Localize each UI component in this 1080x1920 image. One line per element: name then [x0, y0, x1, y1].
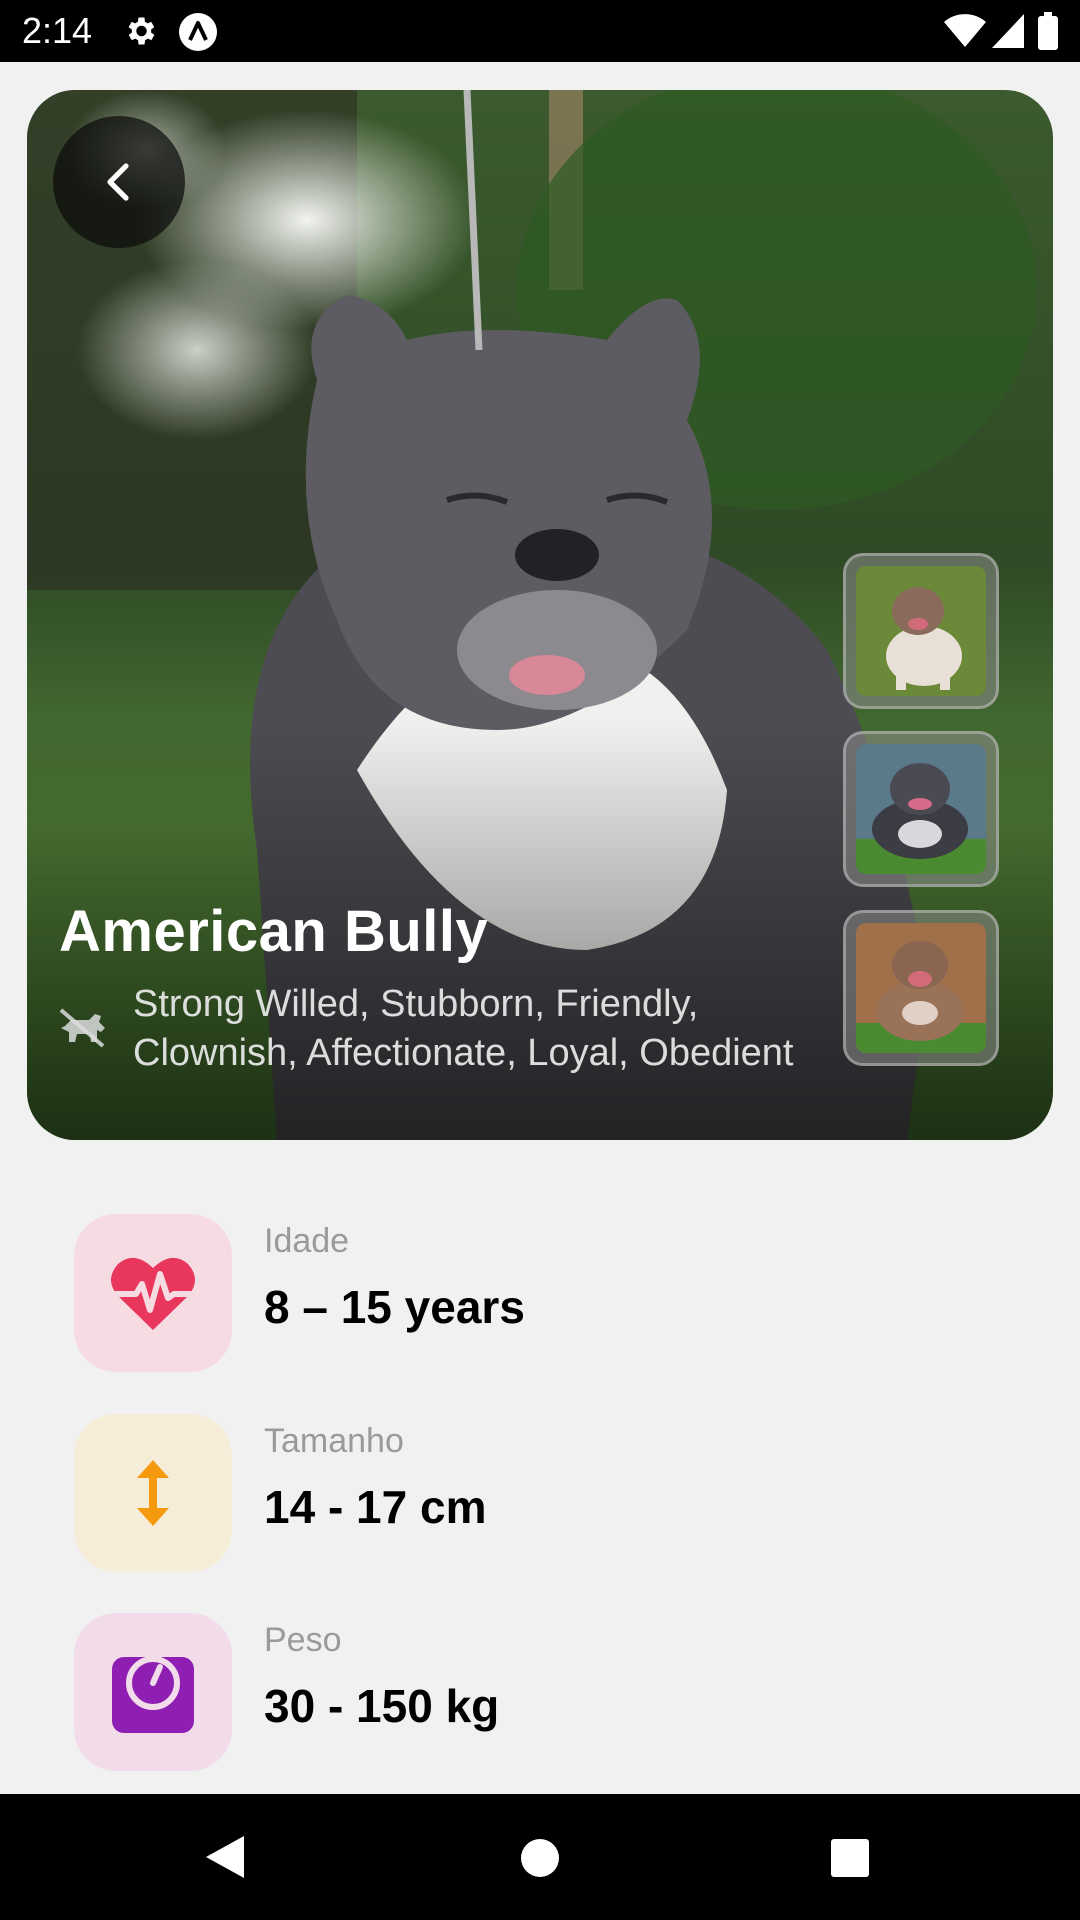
stat-value: 8 – 15 years: [264, 1281, 525, 1333]
status-bar: 2:14: [0, 0, 1080, 62]
recents-square-icon[interactable]: [830, 1838, 870, 1878]
stat-label: Tamanho: [264, 1422, 404, 1460]
breed-hero-card: American Bully Strong Willed, Stubborn, …: [27, 90, 1053, 1140]
heartbeat-icon: [111, 1257, 195, 1330]
thumbnail-image: [856, 744, 986, 874]
chevron-left-icon: [107, 163, 129, 201]
thumbnail-2[interactable]: [843, 731, 999, 887]
thumbnail-3[interactable]: [843, 910, 999, 1066]
signal-icon: [992, 14, 1024, 48]
dog-icon: [59, 1008, 105, 1048]
status-time: 2:14: [22, 10, 93, 51]
breed-temperament: Strong Willed, Stubborn, Friendly, Clown…: [133, 983, 794, 1074]
thumbnail-1[interactable]: [843, 553, 999, 709]
wifi-icon: [944, 14, 986, 47]
breed-name: American Bully: [59, 899, 489, 964]
thumbnail-image: [856, 566, 986, 696]
stat-value: 30 - 150 kg: [264, 1680, 500, 1732]
thumbnail-image: [856, 923, 986, 1053]
back-triangle-icon[interactable]: [204, 1834, 246, 1880]
stat-icon-container: [74, 1414, 232, 1572]
scale-icon: [112, 1656, 194, 1733]
stat-age: Idade 8 – 15 years: [74, 1214, 974, 1372]
stat-icon-container: [74, 1214, 232, 1372]
stat-label: Idade: [264, 1222, 350, 1260]
vertical-arrows-icon: [137, 1460, 169, 1526]
battery-icon: [1038, 12, 1058, 50]
stat-weight: Peso 30 - 150 kg: [74, 1613, 974, 1771]
stat-icon-container: [74, 1613, 232, 1771]
stat-size: Tamanho 14 - 17 cm: [74, 1414, 974, 1572]
app-a-icon: [179, 13, 217, 51]
dog-photo-thumb: [856, 566, 986, 696]
dog-photo-thumb: [856, 923, 986, 1053]
stat-label: Peso: [264, 1621, 342, 1659]
back-button[interactable]: [53, 116, 185, 248]
stat-value: 14 - 17 cm: [264, 1481, 487, 1533]
system-nav-bar: [0, 1794, 1080, 1920]
dog-photo-thumb: [856, 744, 986, 874]
home-circle-icon[interactable]: [520, 1838, 560, 1878]
gear-icon: [128, 17, 155, 45]
